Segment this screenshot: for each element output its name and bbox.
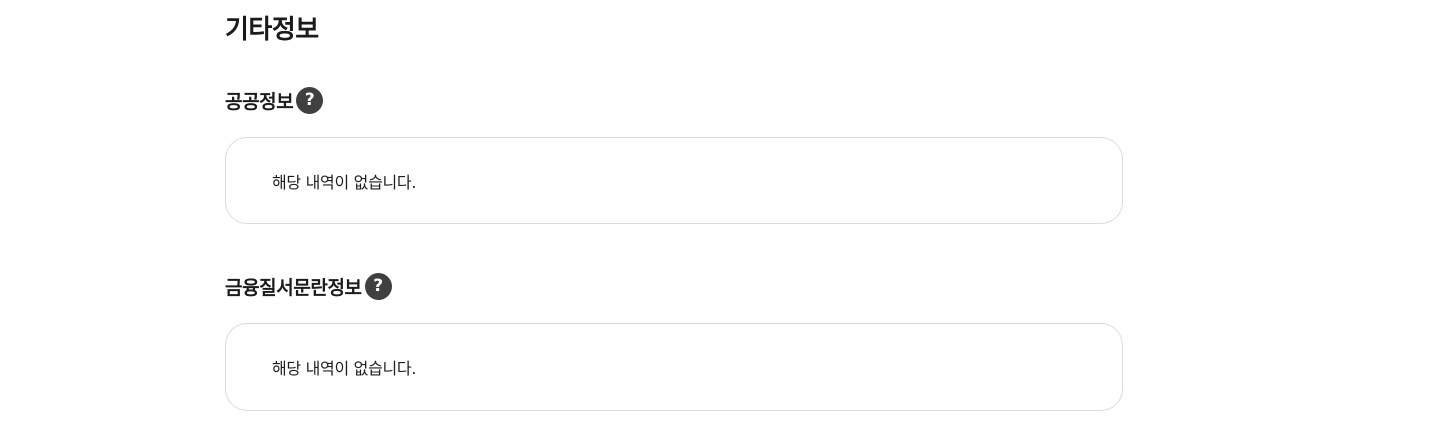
financial-disorder-info-empty-message: 해당 내역이 없습니다.: [272, 359, 417, 378]
financial-disorder-info-header: 금융질서문란정보 ?: [225, 272, 392, 300]
page-title: 기타정보: [225, 15, 319, 45]
public-info-empty-message: 해당 내역이 없습니다.: [272, 172, 417, 192]
public-info-title: 공공정보: [225, 90, 294, 113]
financial-disorder-info-box: 해당 내역이 없습니다.: [225, 323, 1123, 411]
public-info-box: 해당 내역이 없습니다.: [225, 137, 1123, 224]
public-info-header: 공공정보 ?: [225, 86, 324, 114]
financial-disorder-info-help-icon[interactable]: ?: [364, 272, 392, 300]
public-info-help-icon[interactable]: ?: [296, 86, 324, 114]
financial-disorder-info-title: 금융질서문란정보: [225, 276, 362, 299]
